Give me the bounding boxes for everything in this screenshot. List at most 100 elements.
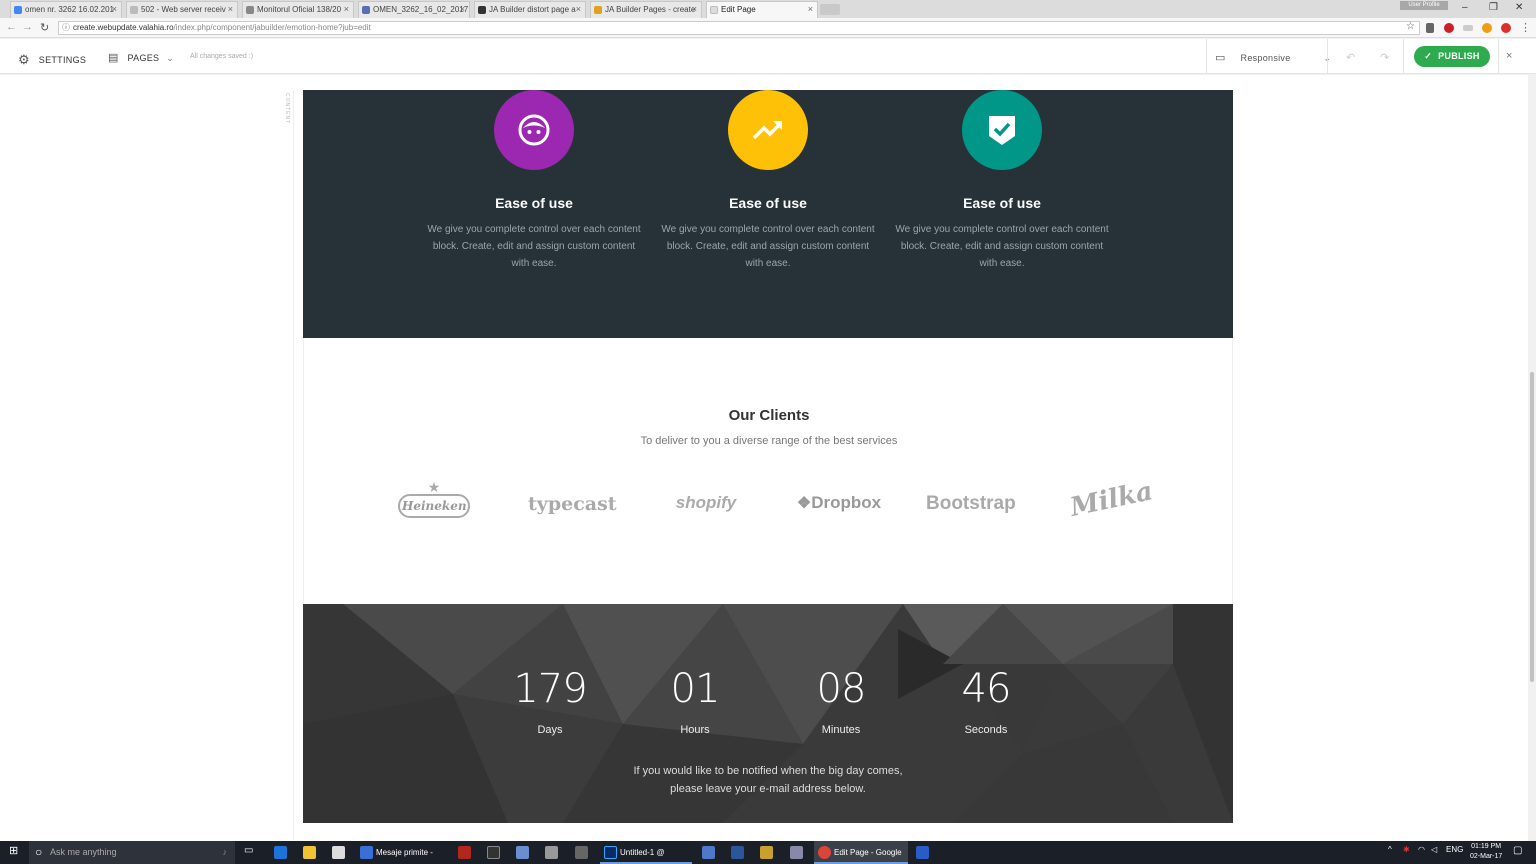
tray-app-icon[interactable]: ✱	[1403, 845, 1410, 854]
file-explorer-icon[interactable]	[303, 846, 316, 859]
feature-card[interactable]: Ease of use We give you complete control…	[424, 90, 644, 272]
wifi-icon[interactable]: ◠	[1418, 845, 1425, 854]
feature-card[interactable]: Ease of use We give you complete control…	[892, 90, 1112, 272]
divider	[1327, 39, 1328, 74]
windows-start-icon[interactable]: ⊞	[9, 844, 18, 857]
countdown-label: Days	[537, 724, 563, 736]
minimize-icon[interactable]: –	[1462, 2, 1468, 13]
extension-icon[interactable]	[1463, 25, 1473, 31]
restore-icon[interactable]: ❐	[1489, 2, 1498, 13]
notifications-icon[interactable]: ▢	[1513, 845, 1522, 856]
tab-label: JA Builder distort page a	[489, 5, 576, 14]
task-view-icon[interactable]: ▭	[244, 845, 253, 856]
device-selector[interactable]: ▭ Responsive ⌄	[1215, 51, 1331, 64]
extension-icon[interactable]	[1482, 23, 1492, 33]
gear-icon: ⚙	[18, 52, 30, 67]
publish-button[interactable]: ✓ PUBLISH	[1414, 46, 1490, 67]
countdown-label: Minutes	[821, 724, 861, 736]
scrollbar-thumb[interactable]	[1530, 372, 1534, 682]
tab-close-icon[interactable]: ×	[692, 4, 697, 14]
url-host: create.webupdate.valahia.ro	[73, 23, 174, 32]
browser-tab[interactable]: omen nr. 3262 16.02.201 ×	[10, 1, 122, 18]
taskbar-app-chrome[interactable]: Edit Page - Google ...	[814, 841, 908, 864]
volume-icon[interactable]: ◁	[1431, 845, 1437, 854]
tab-close-icon[interactable]: ×	[808, 4, 813, 14]
tab-close-icon[interactable]: ×	[576, 4, 581, 14]
tray-expand-icon[interactable]: ^	[1388, 845, 1392, 854]
tab-close-icon[interactable]: ×	[344, 4, 349, 14]
app-icon[interactable]	[790, 846, 803, 859]
tab-close-icon[interactable]: ×	[228, 4, 233, 14]
feature-title: Ease of use	[729, 195, 807, 211]
browser-tab[interactable]: Monitorul Oficial 138/20 ×	[242, 1, 354, 18]
browser-tab[interactable]: JA Builder Pages - create ×	[590, 1, 702, 18]
forward-arrow-icon[interactable]: →	[22, 21, 33, 33]
feature-title: Ease of use	[963, 195, 1041, 211]
clock[interactable]: 01:19 PM 02-Mar-17	[1470, 842, 1502, 862]
adblock-extension-icon[interactable]	[1501, 23, 1511, 33]
feature-text: We give you complete control over each c…	[895, 224, 1109, 269]
app-icon[interactable]	[760, 846, 773, 859]
window-close-icon[interactable]: ✕	[1515, 2, 1523, 13]
clients-title: Our Clients	[728, 407, 810, 424]
address-bar-row: ← → ↻ ⓘ create.webupdate.valahia.ro/inde…	[0, 18, 1536, 38]
pinterest-extension-icon[interactable]	[1444, 23, 1454, 33]
divider	[1498, 39, 1499, 74]
dropbox-icon: ❖	[796, 495, 812, 512]
reader-extension-icon[interactable]	[1426, 23, 1434, 33]
features-section[interactable]: Ease of use We give you complete control…	[303, 90, 1233, 338]
microphone-icon: ♪	[222, 847, 228, 857]
cortana-search-input[interactable]: ○ Ask me anything ♪	[29, 841, 235, 864]
redo-icon[interactable]: ↷	[1380, 51, 1390, 64]
browser-tab-active[interactable]: Edit Page ×	[706, 1, 818, 18]
language-indicator[interactable]: ENG	[1446, 845, 1463, 854]
clients-section[interactable]: Our Clients To deliver to you a diverse …	[303, 338, 1233, 604]
filezilla-icon[interactable]	[458, 846, 471, 859]
divider	[1206, 39, 1207, 74]
devices-icon: ▭	[1215, 52, 1226, 64]
network-tool-icon[interactable]	[516, 846, 529, 859]
pages-dropdown[interactable]: ▤ PAGES ⌄	[108, 51, 174, 64]
browser-tab[interactable]: OMEN_3262_16_02_2017 ×	[358, 1, 470, 18]
feature-text: We give you complete control over each c…	[427, 224, 641, 269]
content-side-label: CONTENT	[284, 93, 290, 125]
taskbar-app-mail[interactable]: Mesaje primite - M...	[356, 841, 448, 864]
powershell-icon[interactable]	[916, 846, 929, 859]
edge-browser-icon[interactable]	[274, 846, 287, 859]
logo-text: Heineken	[398, 494, 470, 518]
feature-card[interactable]: Ease of use We give you complete control…	[658, 90, 878, 272]
google-favicon-icon	[14, 6, 22, 14]
tab-close-icon[interactable]: ×	[112, 4, 117, 14]
countdown-section[interactable]: 179 Days 01 Hours 08 Minutes 46 Seconds …	[303, 604, 1233, 823]
bookmark-star-icon[interactable]: ☆	[1406, 21, 1415, 33]
taskbar-app-photoshop[interactable]: Untitled-1 @ 66.7%...	[600, 841, 692, 864]
chrome-menu-icon[interactable]: ⋮	[1520, 21, 1531, 34]
page-favicon-icon	[130, 6, 138, 14]
calculator-icon[interactable]	[575, 846, 588, 859]
app-icon[interactable]	[702, 846, 715, 859]
undo-icon[interactable]: ↶	[1346, 51, 1356, 64]
url-input[interactable]: ⓘ create.webupdate.valahia.ro/index.php/…	[58, 21, 1420, 35]
dropbox-logo: ❖Dropbox	[794, 493, 884, 513]
save-status: All changes saved :)	[190, 53, 254, 60]
user-profile-badge[interactable]: User Profile	[1400, 1, 1448, 10]
settings-button[interactable]: ⚙ SETTINGS	[18, 51, 86, 67]
terminal-icon[interactable]	[487, 846, 500, 859]
countdown-message: If you would like to be notified when th…	[303, 762, 1233, 798]
countdown-seconds: 46 Seconds	[931, 666, 1041, 736]
tab-close-icon[interactable]: ×	[460, 4, 465, 14]
browser-tab[interactable]: JA Builder distort page a ×	[474, 1, 586, 18]
word-icon[interactable]	[731, 846, 744, 859]
new-tab-button[interactable]	[820, 4, 840, 15]
device-label: Responsive	[1240, 53, 1291, 63]
browser-tab[interactable]: 502 - Web server receiv ×	[126, 1, 238, 18]
back-arrow-icon[interactable]: ←	[6, 21, 17, 33]
store-icon[interactable]	[332, 846, 345, 859]
tab-label: Edit Page	[721, 5, 756, 14]
builder-toolbar: ⚙ SETTINGS ▤ PAGES ⌄ All changes saved :…	[0, 39, 1536, 74]
tab-label: JA Builder Pages - create	[605, 5, 696, 14]
app-icon[interactable]	[545, 846, 558, 859]
divider	[1403, 39, 1404, 74]
close-editor-icon[interactable]: ×	[1506, 50, 1512, 62]
reload-icon[interactable]: ↻	[40, 21, 49, 34]
